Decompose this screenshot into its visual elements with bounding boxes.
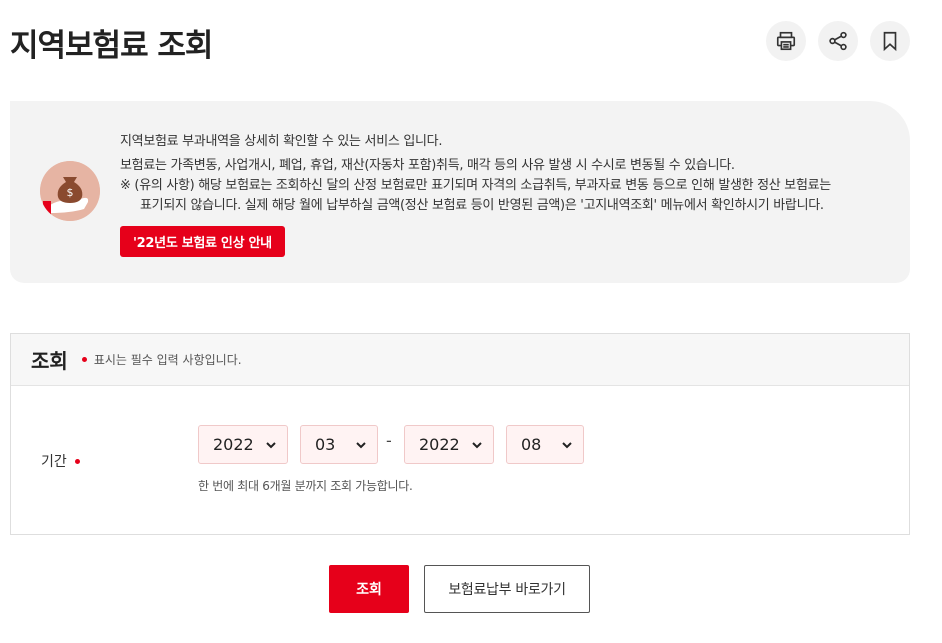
required-dot-icon <box>81 357 87 362</box>
caution-line-2: 표기되지 않습니다. 실제 해당 월에 납부하실 금액(정산 보험료 등이 반영… <box>140 198 824 213</box>
end-year-select[interactable]: 2022 <box>404 425 494 464</box>
share-icon <box>829 31 847 51</box>
start-month-value: 03 <box>315 435 336 454</box>
info-panel: $ 지역보험료 부과내역을 상세히 확인할 수 있는 서비스 입니다. 보험료는… <box>10 101 910 283</box>
search-header: 조회 표시는 필수 입력 사항입니다. <box>11 334 909 386</box>
end-month-value: 08 <box>521 435 542 454</box>
print-icon <box>776 31 796 51</box>
search-panel: 조회 표시는 필수 입력 사항입니다. 기간 2022 03 - 2022 08… <box>10 333 910 535</box>
search-button[interactable]: 조회 <box>329 565 409 613</box>
end-month-select[interactable]: 08 <box>506 425 584 464</box>
page-title: 지역보험료 조회 <box>10 28 213 64</box>
chevron-down-icon <box>562 442 572 449</box>
period-help-text: 한 번에 최대 6개월 분까지 조회 가능합니다. <box>198 479 413 493</box>
start-year-select[interactable]: 2022 <box>198 425 288 464</box>
chevron-down-icon <box>266 442 276 449</box>
period-separator: - <box>386 431 392 450</box>
start-year-value: 2022 <box>213 435 254 454</box>
required-note-text: 표시는 필수 입력 사항입니다. <box>93 353 242 367</box>
bookmark-button[interactable] <box>870 21 910 61</box>
share-button[interactable] <box>818 21 858 61</box>
period-label: 기간 <box>41 451 80 471</box>
chevron-down-icon <box>356 442 366 449</box>
chevron-down-icon <box>472 442 482 449</box>
info-description: 지역보험료 부과내역을 상세히 확인할 수 있는 서비스 입니다. <box>120 134 443 149</box>
print-button[interactable] <box>766 21 806 61</box>
start-month-select[interactable]: 03 <box>300 425 378 464</box>
period-label-text: 기간 <box>41 454 67 470</box>
premium-increase-notice-button[interactable]: '22년도 보험료 인상 안내 <box>120 226 285 257</box>
svg-text:$: $ <box>67 186 74 199</box>
money-bag-hand-icon: $ <box>40 161 100 221</box>
info-change-note: 보험료는 가족변동, 사업개시, 폐업, 휴업, 재산(자동차 포함)취득, 매… <box>120 158 735 173</box>
caution-notice: ※ (유의 사항) 해당 보험료는 조회하신 달의 산정 보험료만 표기되며 자… <box>120 176 890 216</box>
end-year-value: 2022 <box>419 435 460 454</box>
search-title: 조회 <box>31 349 68 373</box>
bookmark-icon <box>883 31 897 52</box>
required-note: 표시는 필수 입력 사항입니다. <box>81 351 242 368</box>
caution-line-1: ※ (유의 사항) 해당 보험료는 조회하신 달의 산정 보험료만 표기되며 자… <box>120 178 831 193</box>
premium-payment-shortcut-button[interactable]: 보험료납부 바로가기 <box>424 565 590 613</box>
required-dot-icon <box>74 458 80 464</box>
